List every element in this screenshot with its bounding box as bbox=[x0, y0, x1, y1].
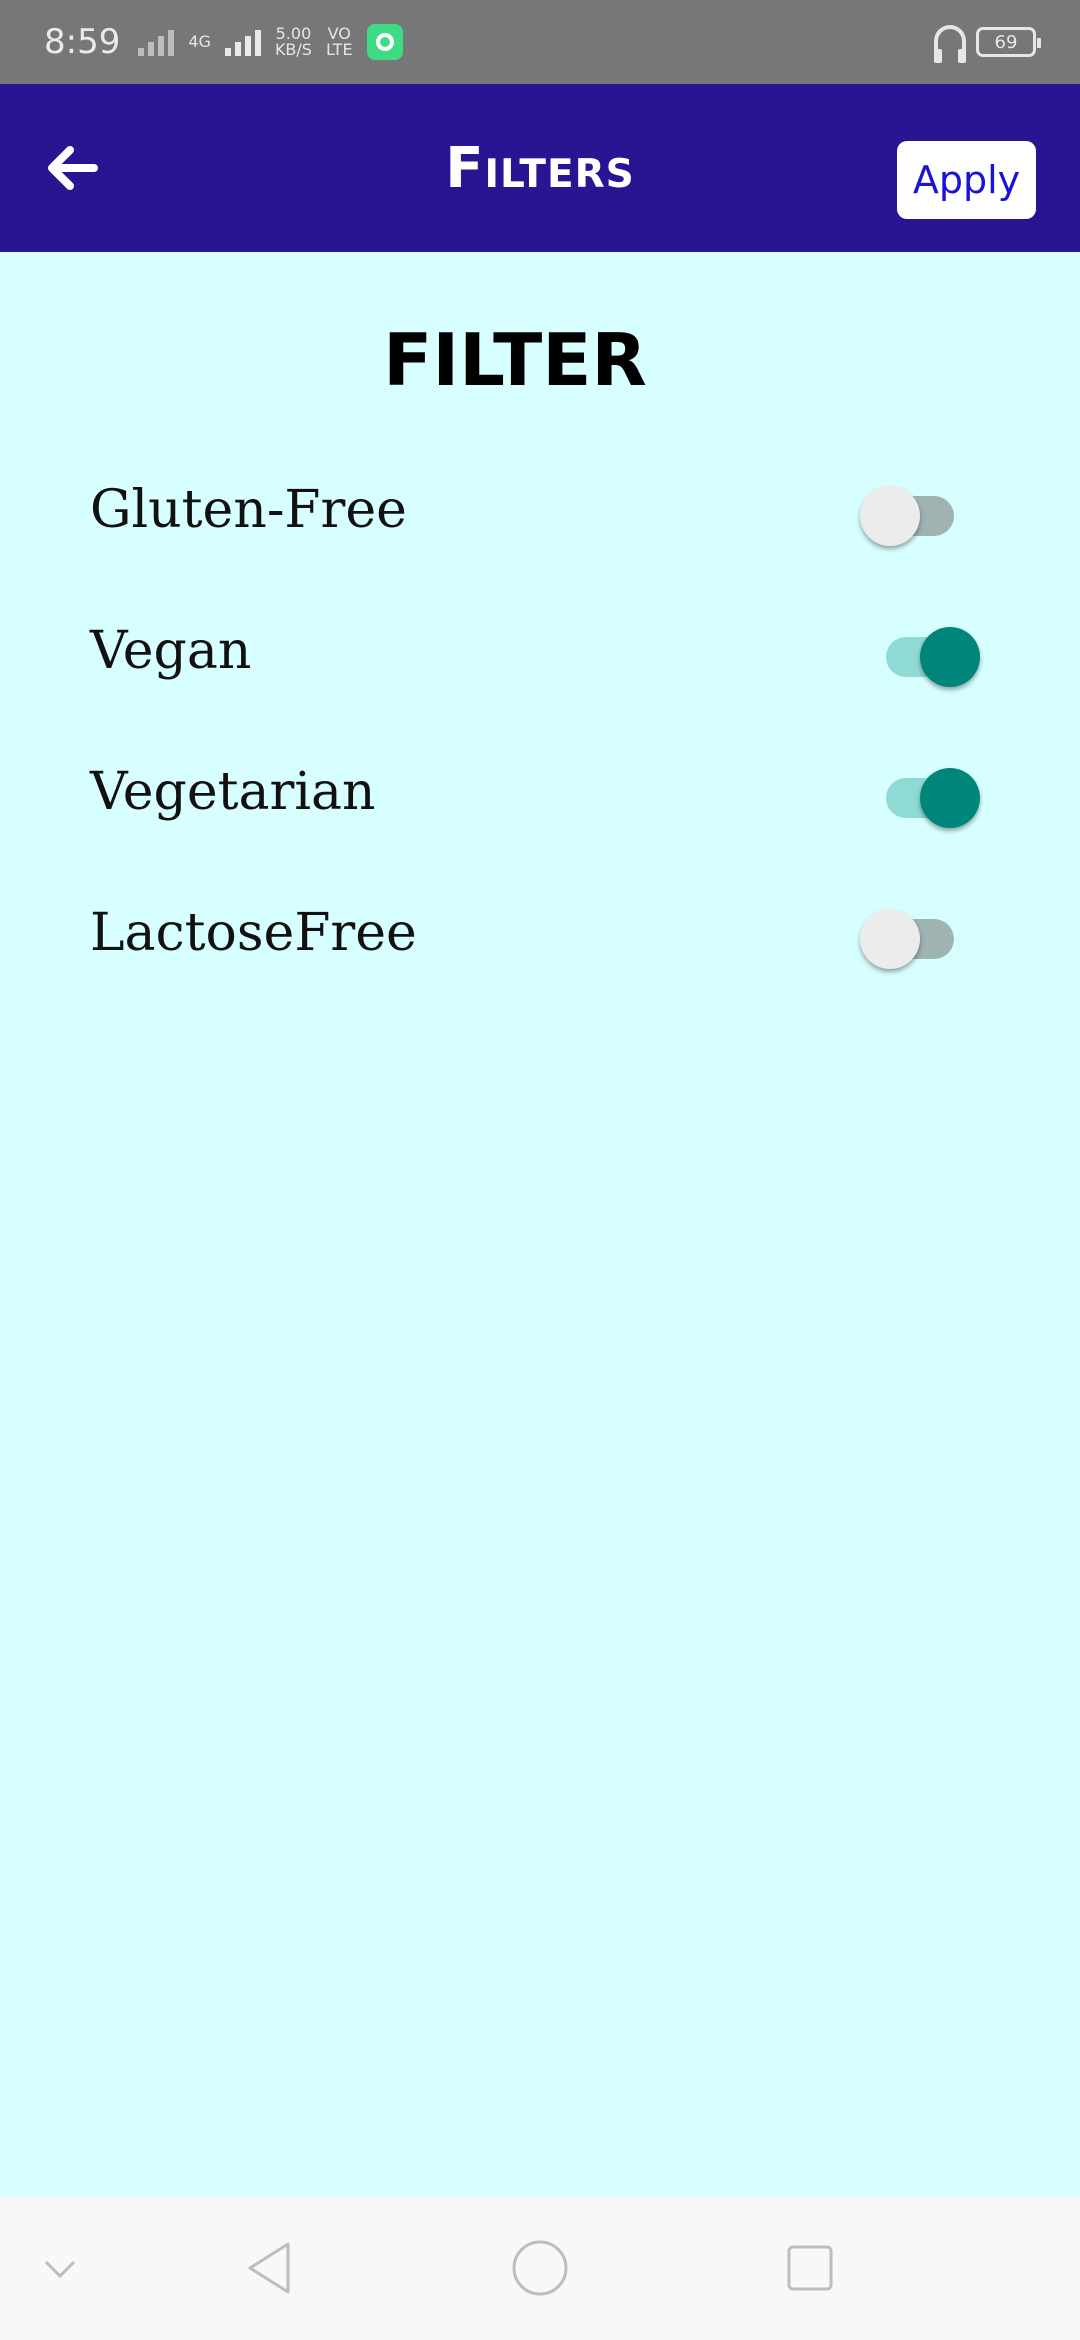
data-speed: 5.00 KB/S bbox=[275, 26, 312, 58]
battery-icon: 69 bbox=[976, 27, 1041, 57]
back-nav-button[interactable] bbox=[238, 2236, 302, 2300]
square-recents-icon bbox=[787, 2245, 833, 2291]
gluten-free-switch[interactable] bbox=[856, 474, 986, 546]
filter-label: Vegan bbox=[90, 621, 252, 681]
home-nav-button[interactable] bbox=[508, 2236, 572, 2300]
switch-thumb bbox=[860, 486, 920, 546]
filter-label: LactoseFree bbox=[90, 903, 417, 963]
hide-nav-button[interactable] bbox=[28, 2236, 92, 2300]
volte-indicator: VO LTE bbox=[326, 26, 353, 58]
volte-bottom: LTE bbox=[325, 40, 353, 59]
recents-nav-button[interactable] bbox=[778, 2236, 842, 2300]
data-speed-unit: KB/S bbox=[274, 40, 312, 59]
switch-thumb bbox=[860, 909, 920, 969]
filter-heading: FILTER bbox=[383, 318, 647, 402]
filter-row-gluten-free: Gluten-Free bbox=[0, 450, 1080, 570]
status-right: 69 bbox=[934, 25, 1041, 63]
notification-app-icon bbox=[366, 24, 403, 60]
status-icons: 4G 5.00 KB/S VO LTE bbox=[138, 24, 403, 60]
chevron-down-icon bbox=[44, 2260, 76, 2279]
network-type: 4G bbox=[188, 32, 211, 51]
filter-row-vegan: Vegan bbox=[0, 591, 1080, 711]
switch-thumb bbox=[920, 627, 980, 687]
filter-label: Vegetarian bbox=[90, 762, 376, 822]
circle-home-icon bbox=[512, 2240, 568, 2296]
vegan-switch[interactable] bbox=[856, 615, 986, 687]
status-time: 8:59 bbox=[44, 22, 121, 62]
lactose-free-switch[interactable] bbox=[856, 897, 986, 969]
filter-row-lactose-free: LactoseFree bbox=[0, 873, 1080, 993]
apply-button[interactable]: Apply bbox=[897, 141, 1036, 219]
headphones-icon bbox=[934, 25, 966, 63]
filter-row-vegetarian: Vegetarian bbox=[0, 732, 1080, 852]
system-nav-bar bbox=[0, 2196, 1080, 2340]
vegetarian-switch[interactable] bbox=[856, 756, 986, 828]
signal-icon bbox=[138, 28, 175, 56]
app-bar: Filters Apply bbox=[0, 84, 1080, 252]
filter-label: Gluten-Free bbox=[90, 480, 407, 540]
signal-icon-2 bbox=[224, 28, 261, 56]
status-bar: 8:59 4G 5.00 KB/S VO LTE 69 bbox=[0, 0, 1080, 84]
battery-level: 69 bbox=[994, 31, 1018, 53]
triangle-back-icon bbox=[248, 2242, 290, 2294]
switch-thumb bbox=[920, 768, 980, 828]
